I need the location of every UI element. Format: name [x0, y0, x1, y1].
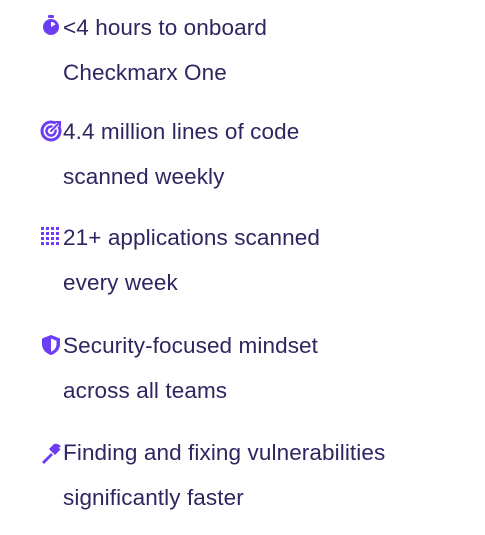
- target-icon: [40, 120, 62, 142]
- stat-line-1: 21+ applications scanned: [63, 225, 320, 250]
- stat-line-2: across all teams: [63, 378, 228, 403]
- stat-line-1: <4 hours to onboard: [63, 15, 267, 40]
- stats-list: <4 hours to onboard Checkmarx One 4.4 mi…: [0, 0, 485, 535]
- stat-line-1: Finding and fixing vulnerabilities: [63, 440, 386, 465]
- stat-line-1: Security-focused mindset: [63, 333, 319, 358]
- shield-icon: [40, 334, 62, 356]
- stat-line-2: significantly faster: [63, 485, 244, 510]
- stat-line-2: scanned weekly: [63, 164, 225, 189]
- stat-line-1: 4.4 million lines of code: [63, 119, 300, 144]
- stat-line-2: Checkmarx One: [63, 60, 227, 85]
- hammer-icon: [40, 442, 62, 464]
- grid-dots-icon: [40, 226, 62, 248]
- stat-line-2: every week: [63, 270, 178, 295]
- stopwatch-icon: [40, 14, 62, 36]
